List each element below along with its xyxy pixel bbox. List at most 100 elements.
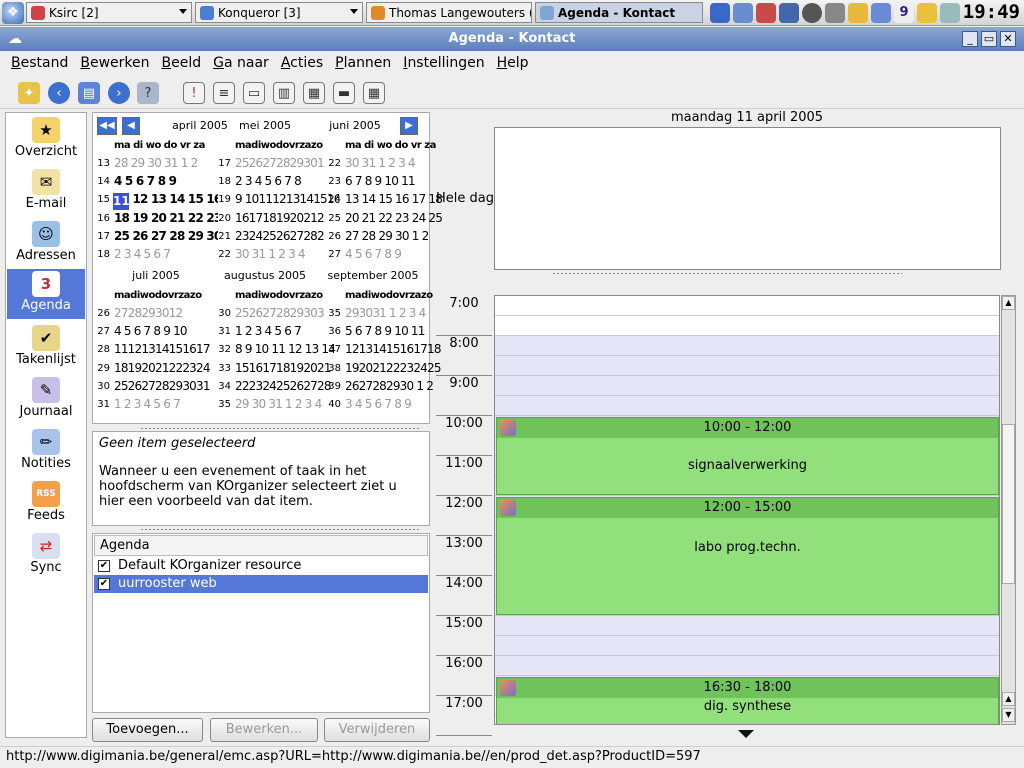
month-title[interactable]: september 2005 xyxy=(323,269,423,282)
week-number[interactable]: 18 xyxy=(96,249,110,260)
week-row[interactable]: 15161718192021 xyxy=(235,361,339,375)
sidebar-item-journaal[interactable]: ✎ Journaal xyxy=(7,375,85,425)
week-row[interactable]: 2324252627282 xyxy=(235,229,339,243)
agenda-event[interactable]: 12:00 - 15:00 labo prog.techn. xyxy=(496,497,999,615)
taskbar-window-ksirc[interactable]: Ksirc [2] xyxy=(26,2,192,23)
week-number[interactable]: 33 xyxy=(217,363,231,374)
desktop-pager-badge[interactable]: 9 xyxy=(894,3,914,23)
kontact-app-icon[interactable]: ☁ xyxy=(6,30,24,48)
menu-acties[interactable]: Acties xyxy=(281,55,323,71)
whats-this-icon[interactable]: ? xyxy=(137,82,159,104)
week-number[interactable]: 27 xyxy=(96,326,110,337)
week-number[interactable]: 30 xyxy=(96,381,110,392)
week-row[interactable]: 28 29 30 31 1 2 xyxy=(114,156,218,170)
taskbar-window-konqueror[interactable]: Konqueror [3] xyxy=(195,2,363,23)
week-row[interactable]: 30 31 1 2 3 4 xyxy=(235,247,339,261)
calendar-tray-icon[interactable] xyxy=(871,3,891,23)
taskbar-window-browser[interactable]: Thomas Langewouters (C xyxy=(366,2,532,23)
sidebar-item-feeds[interactable]: RSS Feeds xyxy=(7,479,85,529)
kde-menu-icon[interactable]: ❖ xyxy=(2,1,24,24)
week-row[interactable]: 293031 1 2 3 4 xyxy=(345,306,449,320)
menu-bestand[interactable]: Bestand xyxy=(11,55,68,71)
month-title[interactable]: juli 2005 xyxy=(106,269,206,282)
time-slot[interactable] xyxy=(495,656,999,676)
week-number[interactable]: 16 xyxy=(96,213,110,224)
month-title[interactable]: augustus 2005 xyxy=(215,269,315,282)
week-number[interactable]: 23 xyxy=(327,176,341,187)
week-number[interactable]: 22 xyxy=(327,158,341,169)
work-week-icon[interactable]: ▥ xyxy=(273,82,295,104)
sidebar-item-takenlijst[interactable]: ✔ Takenlijst xyxy=(7,323,85,373)
back-arrow-icon[interactable] xyxy=(710,3,730,23)
week-row[interactable]: 25262728293031 xyxy=(114,379,218,393)
splitter-handle[interactable] xyxy=(140,427,420,430)
add-button[interactable]: Toevoegen... xyxy=(92,718,203,742)
week-row[interactable]: 12131415161718 xyxy=(345,342,449,356)
week-row[interactable]: 1 2 3 4 5 6 7 xyxy=(114,397,218,411)
previous-year-button[interactable]: ◀◀ xyxy=(97,117,117,135)
agenda-event[interactable]: 10:00 - 12:00 signaalverwerking xyxy=(496,417,999,495)
agenda-time-grid[interactable]: 10:00 - 12:00 signaalverwerking 12:00 - 15… xyxy=(494,295,1000,725)
week-row[interactable]: 2526272829303 xyxy=(235,306,339,320)
week-number[interactable]: 35 xyxy=(327,308,341,319)
week-number[interactable]: 17 xyxy=(217,158,231,169)
month-title[interactable]: juni 2005 xyxy=(305,119,405,132)
splitter-handle[interactable] xyxy=(552,272,902,275)
resource-checkbox-uurrooster[interactable]: ✔ xyxy=(98,578,110,590)
week-row[interactable]: 1 2 3 4 5 6 7 xyxy=(235,324,339,338)
back-icon[interactable]: ‹ xyxy=(48,82,70,104)
chart-icon[interactable] xyxy=(756,3,776,23)
delete-button[interactable]: Verwijderen xyxy=(324,718,430,742)
week-row[interactable]: 4 5 6 7 8 9 xyxy=(114,174,218,188)
week-row[interactable]: 20 21 22 23 24 25 xyxy=(345,211,449,225)
week-number[interactable]: 29 xyxy=(96,363,110,374)
splitter-handle[interactable] xyxy=(140,528,420,531)
selected-day[interactable]: 11 xyxy=(113,193,130,210)
week-row[interactable]: 30 31 1 2 3 4 xyxy=(345,156,449,170)
taskbar-window-kontact[interactable]: Agenda - Kontact xyxy=(535,2,703,23)
week-row[interactable]: 19202122232425 xyxy=(345,361,449,375)
expand-arrow-icon[interactable] xyxy=(738,730,754,738)
week-number[interactable]: 13 xyxy=(96,158,110,169)
week-number[interactable]: 31 xyxy=(217,326,231,337)
menu-ga-naar[interactable]: Ga naar xyxy=(213,55,269,71)
sidebar-item-sync[interactable]: ⇄ Sync xyxy=(7,531,85,581)
week-row[interactable]: 13 14 15 16 17 18 xyxy=(345,192,449,206)
week-row[interactable]: 2526272829301 xyxy=(235,156,339,170)
network-monitor-icon[interactable] xyxy=(940,3,960,23)
week-row[interactable]: 18 19 20 21 22 23 xyxy=(114,211,218,225)
speaker-icon[interactable] xyxy=(825,3,845,23)
resource-list-header[interactable]: Agenda xyxy=(94,535,428,556)
today-icon[interactable]: ▤ xyxy=(78,82,100,104)
week-number[interactable]: 28 xyxy=(96,344,110,355)
week-number[interactable]: 36 xyxy=(327,326,341,337)
week-row[interactable]: 3 4 5 6 7 8 9 xyxy=(345,397,449,411)
week-row[interactable]: 27 28 29 30 1 2 xyxy=(345,229,449,243)
week-row[interactable]: 1617181920212 xyxy=(235,211,339,225)
week-number[interactable]: 39 xyxy=(327,381,341,392)
new-event-icon[interactable]: ✦ xyxy=(18,82,40,104)
week-number[interactable]: 34 xyxy=(217,381,231,392)
week-number[interactable]: 22 xyxy=(217,249,231,260)
agenda-scrollbar[interactable]: ▲ ▲ ▼ xyxy=(1001,295,1016,725)
time-slot[interactable] xyxy=(495,296,999,316)
list-view-icon[interactable]: ≡ xyxy=(213,82,235,104)
monitor-icon[interactable] xyxy=(779,3,799,23)
week-row[interactable]: 4 5 6 7 8 9 10 xyxy=(114,324,218,338)
week-row[interactable]: 9 10111213141516 xyxy=(235,192,339,206)
week-number[interactable]: 38 xyxy=(327,363,341,374)
week-number[interactable]: 17 xyxy=(96,231,110,242)
clock[interactable]: 19:49 xyxy=(963,1,1020,23)
menu-instellingen[interactable]: Instellingen xyxy=(403,55,484,71)
week-number[interactable]: 20 xyxy=(217,213,231,224)
month-title[interactable]: mei 2005 xyxy=(215,119,315,132)
time-slot[interactable] xyxy=(495,396,999,416)
edit-button[interactable]: Bewerken... xyxy=(210,718,318,742)
window-titlebar[interactable]: ☁ Agenda - Kontact _ ▭ ✕ xyxy=(0,27,1024,51)
week-number[interactable]: 27 xyxy=(327,249,341,260)
time-slot[interactable] xyxy=(495,316,999,336)
time-slot[interactable] xyxy=(495,356,999,376)
week-number[interactable]: 31 xyxy=(96,399,110,410)
week-number[interactable]: 19 xyxy=(217,194,231,205)
scroll-down-arrow[interactable]: ▼ xyxy=(1002,708,1015,722)
